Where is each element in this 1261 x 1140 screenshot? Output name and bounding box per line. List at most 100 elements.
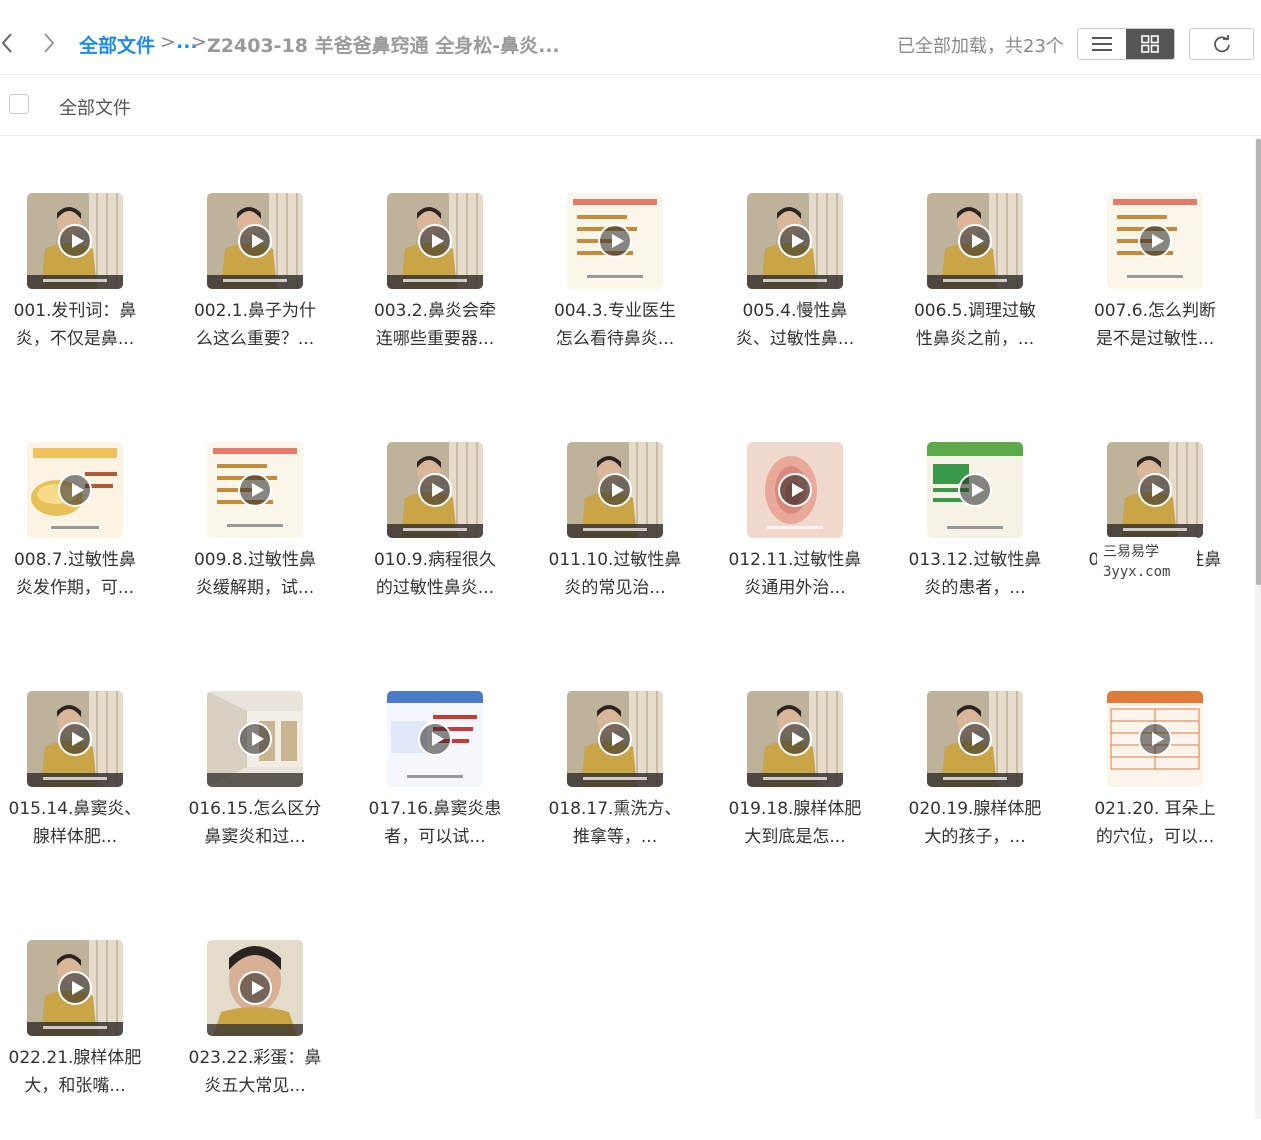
file-name[interactable]: 012.11.过敏性鼻炎通用外治... — [728, 546, 862, 602]
file-item[interactable]: 008.7.过敏性鼻炎发作期，可... — [12, 442, 162, 642]
select-all-checkbox[interactable] — [9, 94, 29, 114]
video-thumbnail[interactable] — [747, 442, 843, 538]
file-name[interactable]: 018.17.熏洗方、推拿等，... — [548, 795, 682, 851]
video-thumbnail[interactable] — [567, 442, 663, 538]
file-name[interactable]: 019.18.腺样体肥大到底是怎... — [728, 795, 862, 851]
play-icon[interactable] — [1138, 473, 1172, 507]
video-thumbnail[interactable] — [387, 193, 483, 289]
video-thumbnail[interactable] — [747, 691, 843, 787]
video-thumbnail[interactable] — [1107, 193, 1203, 289]
play-icon[interactable] — [58, 224, 92, 258]
file-item[interactable]: 013.12.过敏性鼻炎的患者，... — [909, 442, 1062, 642]
file-name[interactable]: 005.4.慢性鼻炎、过敏性鼻... — [728, 297, 862, 353]
list-icon — [1092, 37, 1112, 51]
file-name[interactable]: 021.20. 耳朵上的穴位，可以... — [1088, 795, 1222, 851]
play-icon[interactable] — [598, 473, 632, 507]
refresh-button[interactable] — [1189, 28, 1254, 60]
file-item[interactable]: 016.15.怎么区分鼻窦炎和过... — [189, 691, 342, 891]
play-icon[interactable] — [778, 224, 812, 258]
video-thumbnail[interactable] — [27, 691, 123, 787]
file-item[interactable]: 020.19.腺样体肥大的孩子，... — [909, 691, 1062, 891]
video-thumbnail[interactable] — [207, 193, 303, 289]
play-icon[interactable] — [958, 722, 992, 756]
file-item[interactable]: 019.18.腺样体肥大到底是怎... — [729, 691, 882, 891]
play-icon[interactable] — [238, 224, 272, 258]
file-item[interactable]: 007.6.怎么判断是不是过敏性... — [1092, 193, 1242, 393]
file-item[interactable]: 012.11.过敏性鼻炎通用外治... — [729, 442, 882, 642]
file-item[interactable]: 001.发刊词：鼻炎，不仅是鼻... — [12, 193, 162, 393]
file-item[interactable]: 010.9.病程很久的过敏性鼻炎... — [372, 442, 522, 642]
file-item[interactable]: 015.14.鼻窦炎、腺样体肥... — [9, 691, 162, 891]
file-item[interactable]: 023.22.彩蛋：鼻炎五大常见... — [189, 940, 342, 1140]
file-name[interactable]: 009.8.过敏性鼻炎缓解期，试... — [188, 546, 322, 602]
file-item[interactable]: 006.5.调理过敏性鼻炎之前，... — [912, 193, 1062, 393]
play-icon[interactable] — [598, 722, 632, 756]
file-name[interactable]: 020.19.腺样体肥大的孩子，... — [908, 795, 1042, 851]
play-icon[interactable] — [418, 224, 452, 258]
video-thumbnail[interactable] — [207, 940, 303, 1036]
file-name[interactable]: 003.2.鼻炎会牵连哪些重要器... — [368, 297, 502, 353]
file-item[interactable]: 017.16.鼻窦炎患者，可以试... — [369, 691, 522, 891]
grid-view-button[interactable] — [1126, 29, 1174, 59]
play-icon[interactable] — [58, 473, 92, 507]
play-icon[interactable] — [58, 722, 92, 756]
video-thumbnail[interactable] — [27, 940, 123, 1036]
file-item[interactable]: 003.2.鼻炎会牵连哪些重要器... — [372, 193, 522, 393]
file-name[interactable]: 006.5.调理过敏性鼻炎之前，... — [908, 297, 1042, 353]
scrollbar-thumb[interactable] — [1256, 139, 1261, 585]
video-thumbnail[interactable] — [27, 193, 123, 289]
file-name[interactable]: 015.14.鼻窦炎、腺样体肥... — [8, 795, 142, 851]
file-name[interactable]: 011.10.过敏性鼻炎的常见治... — [548, 546, 682, 602]
video-thumbnail[interactable] — [927, 193, 1023, 289]
file-name[interactable]: 002.1.鼻子为什么这么重要？... — [188, 297, 322, 353]
file-name[interactable]: 017.16.鼻窦炎患者，可以试... — [368, 795, 502, 851]
file-name[interactable]: 013.12.过敏性鼻炎的患者，... — [908, 546, 1042, 602]
file-name[interactable]: 008.7.过敏性鼻炎发作期，可... — [8, 546, 142, 602]
forward-arrow-icon[interactable] — [42, 30, 56, 56]
breadcrumb-root[interactable]: 全部文件 — [79, 31, 155, 58]
play-icon[interactable] — [958, 224, 992, 258]
play-icon[interactable] — [238, 971, 272, 1005]
file-item[interactable]: 002.1.鼻子为什么这么重要？... — [192, 193, 342, 393]
play-icon[interactable] — [1138, 224, 1172, 258]
play-icon[interactable] — [778, 722, 812, 756]
file-name[interactable]: 010.9.病程很久的过敏性鼻炎... — [368, 546, 502, 602]
file-name[interactable]: 004.3.专业医生怎么看待鼻炎... — [548, 297, 682, 353]
video-thumbnail[interactable] — [567, 691, 663, 787]
video-thumbnail[interactable] — [927, 691, 1023, 787]
file-name[interactable]: 001.发刊词：鼻炎，不仅是鼻... — [8, 297, 142, 353]
top-bar: 全部文件 > ... > Z2403-18 羊爸爸鼻窍通 全身松-鼻炎... 已… — [0, 0, 1261, 75]
file-item[interactable]: 004.3.专业医生怎么看待鼻炎... — [552, 193, 702, 393]
play-icon[interactable] — [418, 722, 452, 756]
video-thumbnail[interactable] — [387, 442, 483, 538]
file-item[interactable]: 011.10.过敏性鼻炎的常见治... — [549, 442, 702, 642]
play-icon[interactable] — [418, 473, 452, 507]
back-arrow-icon[interactable] — [0, 30, 14, 56]
file-name[interactable]: 007.6.怎么判断是不是过敏性... — [1088, 297, 1222, 353]
video-thumbnail[interactable] — [927, 442, 1023, 538]
file-name[interactable]: 023.22.彩蛋：鼻炎五大常见... — [188, 1044, 322, 1100]
play-icon[interactable] — [238, 722, 272, 756]
file-item[interactable]: 021.20. 耳朵上的穴位，可以... — [1092, 691, 1242, 891]
file-item[interactable]: 009.8.过敏性鼻炎缓解期，试... — [192, 442, 342, 642]
video-thumbnail[interactable] — [747, 193, 843, 289]
file-name[interactable]: 016.15.怎么区分鼻窦炎和过... — [188, 795, 322, 851]
list-view-button[interactable] — [1078, 29, 1126, 59]
video-thumbnail[interactable] — [1107, 442, 1203, 538]
video-thumbnail[interactable] — [207, 442, 303, 538]
video-thumbnail[interactable] — [27, 442, 123, 538]
play-icon[interactable] — [58, 971, 92, 1005]
play-icon[interactable] — [1138, 722, 1172, 756]
file-item[interactable]: 022.21.腺样体肥大，和张嘴... — [9, 940, 162, 1140]
video-thumbnail[interactable] — [1107, 691, 1203, 787]
play-icon[interactable] — [778, 473, 812, 507]
video-thumbnail[interactable] — [387, 691, 483, 787]
play-icon[interactable] — [598, 224, 632, 258]
file-name[interactable]: 022.21.腺样体肥大，和张嘴... — [8, 1044, 142, 1100]
video-thumbnail[interactable] — [207, 691, 303, 787]
play-icon[interactable] — [238, 473, 272, 507]
play-icon[interactable] — [958, 473, 992, 507]
video-thumbnail[interactable] — [567, 193, 663, 289]
file-item[interactable]: 018.17.熏洗方、推拿等，... — [549, 691, 702, 891]
file-item[interactable]: 005.4.慢性鼻炎、过敏性鼻... — [732, 193, 882, 393]
